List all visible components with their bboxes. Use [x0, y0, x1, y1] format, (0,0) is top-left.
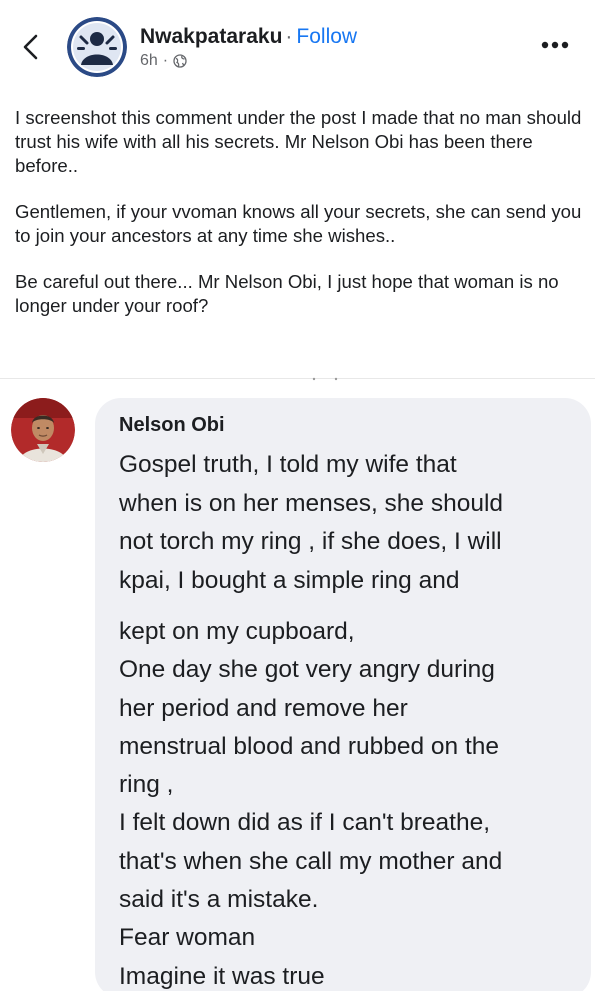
post-meta: 6h · [140, 52, 187, 70]
more-horizontal-icon [541, 41, 569, 49]
screenshot-edge-divider [0, 378, 595, 379]
meta-separator: · [162, 52, 169, 69]
name-separator: · [285, 25, 293, 48]
globe-icon [173, 54, 187, 68]
post-text: I screenshot this comment under the post… [15, 106, 583, 340]
author-name[interactable]: Nwakpataraku [140, 25, 282, 48]
commenter-avatar [11, 398, 75, 462]
comment-text: Gospel truth, I told my wife that when i… [119, 451, 504, 594]
screenshot-edge-marks [312, 377, 338, 381]
commenter-name: Nelson Obi [119, 414, 225, 436]
author-line: Nwakpataraku · Follow [140, 25, 357, 49]
post-paragraph: Be careful out there... Mr Nelson Obi, I… [15, 271, 559, 316]
facebook-post-page: Nwakpataraku · Follow 6h · I screenshot th… [0, 0, 595, 991]
post-paragraph: Gentlemen, if your vvoman knows all your… [15, 201, 582, 246]
chevron-left-icon [23, 34, 38, 60]
back-button[interactable] [14, 30, 48, 64]
follow-button[interactable]: Follow [296, 25, 357, 48]
post-time[interactable]: 6h [140, 52, 158, 70]
comment-bubble: Nelson Obi Gospel truth, I told my wife … [95, 398, 591, 991]
post-header: Nwakpataraku · Follow 6h · [0, 0, 595, 92]
post-paragraph: I screenshot this comment under the post… [15, 107, 582, 176]
author-avatar[interactable] [67, 17, 127, 77]
more-options-button[interactable] [535, 30, 575, 60]
comment-text-continued: kept on my cupboard, One day she got ver… [119, 618, 503, 990]
